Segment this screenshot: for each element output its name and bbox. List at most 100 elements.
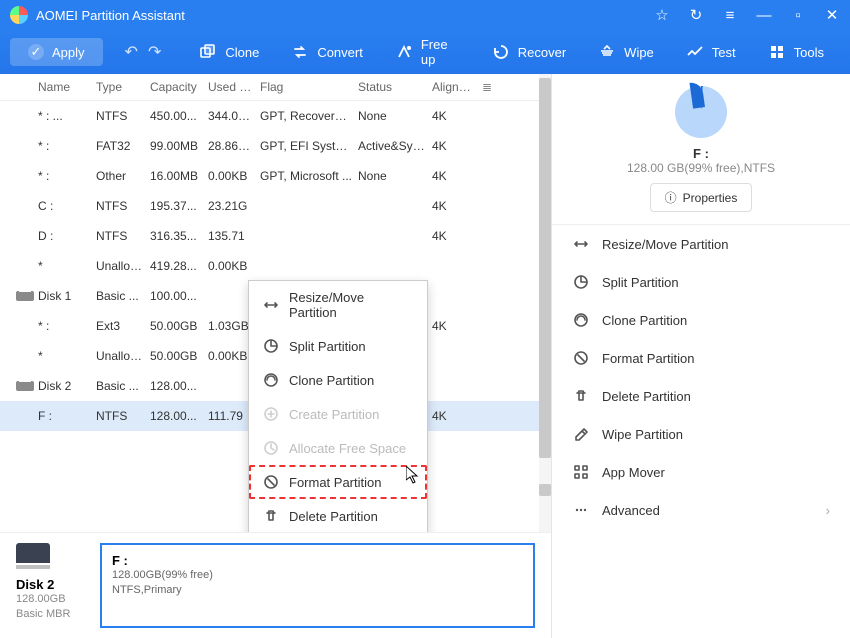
menu-label: Split Partition <box>289 339 366 354</box>
toolbar-label: Wipe <box>624 45 654 60</box>
action-wipe-partition[interactable]: Wipe Partition <box>552 415 850 453</box>
delete-icon <box>263 508 279 524</box>
grid-row[interactable]: D : NTFS 316.35... 135.71 4K <box>0 221 551 251</box>
action-label: Clone Partition <box>602 313 687 328</box>
cell-status: Active&Syst... <box>358 139 432 153</box>
context-menu: Resize/Move Partition Split Partition Clon… <box>248 280 428 532</box>
tools-icon <box>768 43 786 61</box>
redo-icon[interactable]: ↷ <box>148 42 161 62</box>
action-delete-partition[interactable]: Delete Partition <box>552 377 850 415</box>
wipe-icon <box>598 43 616 61</box>
cell-used: 0.00KB <box>208 259 260 273</box>
star-icon[interactable]: ☆ <box>654 6 670 24</box>
recover-icon <box>492 43 510 61</box>
header-flag[interactable]: Flag <box>260 80 358 94</box>
toolbar: ✓ Apply ↶ ↷ Clone ConvertFree upRecover Wi… <box>0 30 850 74</box>
vertical-scrollbar[interactable] <box>539 74 551 532</box>
properties-button[interactable]: ⓘ Properties <box>650 183 753 212</box>
menu-allocate-free-space: Allocate Free Space <box>249 431 427 465</box>
toolbar-free-up[interactable]: Free up <box>379 31 476 73</box>
undo-icon[interactable]: ↶ <box>125 42 138 62</box>
free-up-icon <box>395 43 413 61</box>
split-icon <box>572 273 590 291</box>
grid-row[interactable]: C : NTFS 195.37... 23.21G 4K <box>0 191 551 221</box>
cell-align: 4K <box>432 409 480 423</box>
cell-capacity: 128.00... <box>150 409 208 423</box>
apply-button[interactable]: ✓ Apply <box>10 38 103 66</box>
info-icon: ⓘ <box>665 189 677 206</box>
partition-fs: NTFS,Primary <box>112 583 523 598</box>
toolbar-clone[interactable]: Clone <box>183 31 275 73</box>
toolbar-label: Clone <box>225 45 259 60</box>
format-icon <box>263 474 279 490</box>
disk-icon <box>16 291 34 301</box>
scrollbar-thumb[interactable] <box>539 78 551 458</box>
header-type[interactable]: Type <box>96 80 150 94</box>
toolbar-recover[interactable]: Recover <box>476 31 582 73</box>
action-advanced[interactable]: Advanced› <box>552 491 850 529</box>
close-icon[interactable]: ✕ <box>824 6 840 24</box>
toolbar-convert[interactable]: Convert <box>275 31 379 73</box>
cell-capacity: 419.28... <box>150 259 208 273</box>
clone-icon <box>263 372 279 388</box>
cell-name: Disk 2 <box>38 379 96 393</box>
action-label: Delete Partition <box>602 389 691 404</box>
menu-split-partition[interactable]: Split Partition <box>249 329 427 363</box>
refresh-icon[interactable]: ↻ <box>688 6 704 24</box>
header-status[interactable]: Status <box>358 80 432 94</box>
cell-type: Unalloc... <box>96 349 150 363</box>
header-alignment[interactable]: Alignm... <box>432 80 480 94</box>
maximize-icon[interactable]: ▫ <box>790 7 806 24</box>
minimize-icon[interactable]: — <box>756 7 772 24</box>
header-capacity[interactable]: Capacity <box>150 80 208 94</box>
grid-header: Name Type Capacity Used S... Flag Status… <box>0 74 551 101</box>
action-app-mover[interactable]: App Mover <box>552 453 850 491</box>
resize-icon <box>263 297 279 313</box>
action-split-partition[interactable]: Split Partition <box>552 263 850 301</box>
cell-used: 0.00KB <box>208 169 260 183</box>
right-partition-name: F : <box>552 146 850 161</box>
action-clone-partition[interactable]: Clone Partition <box>552 301 850 339</box>
partition-grid: Name Type Capacity Used S... Flag Status… <box>0 74 551 532</box>
action-label: Wipe Partition <box>602 427 683 442</box>
allocate-icon <box>263 440 279 456</box>
app-logo-icon <box>10 6 28 24</box>
grid-row[interactable]: * : ... NTFS 450.00... 344.02... GPT, Re… <box>0 101 551 131</box>
cell-align: 4K <box>432 139 480 153</box>
header-used[interactable]: Used S... <box>208 80 260 94</box>
cell-name: Disk 1 <box>38 289 96 303</box>
header-name[interactable]: Name <box>38 80 96 94</box>
cell-type: NTFS <box>96 229 150 243</box>
toolbar-tools[interactable]: Tools <box>752 31 840 73</box>
toolbar-wipe[interactable]: Wipe <box>582 31 670 73</box>
action-label: Format Partition <box>602 351 694 366</box>
menu-label: Resize/Move Partition <box>289 290 413 320</box>
menu-clone-partition[interactable]: Clone Partition <box>249 363 427 397</box>
action-label: App Mover <box>602 465 665 480</box>
delete-icon <box>572 387 590 405</box>
grid-row[interactable]: * Unalloc... 419.28... 0.00KB <box>0 251 551 281</box>
cell-capacity: 450.00... <box>150 109 208 123</box>
cell-type: FAT32 <box>96 139 150 153</box>
action-resize-move-partition[interactable]: Resize/Move Partition <box>552 225 850 263</box>
column-menu-icon[interactable]: ≣ <box>480 80 500 94</box>
toolbar-test[interactable]: Test <box>670 31 752 73</box>
scrollbar-thumb-lower[interactable] <box>539 484 551 496</box>
menu-icon[interactable]: ≡ <box>722 7 738 24</box>
menu-label: Allocate Free Space <box>289 441 406 456</box>
partition-box[interactable]: F : 128.00GB(99% free) NTFS,Primary <box>100 543 535 628</box>
cell-capacity: 195.37... <box>150 199 208 213</box>
cell-align: 4K <box>432 109 480 123</box>
grid-row[interactable]: * : Other 16.00MB 0.00KB GPT, Microsoft … <box>0 161 551 191</box>
menu-delete-partition[interactable]: Delete Partition <box>249 499 427 532</box>
grid-row[interactable]: * : FAT32 99.00MB 28.86MB GPT, EFI Syste… <box>0 131 551 161</box>
disk-map: Disk 2 128.00GB Basic MBR F : 128.00GB(9… <box>0 532 551 638</box>
cell-flag: GPT, Recovery ... <box>260 109 358 123</box>
partition-name: F : <box>112 553 523 568</box>
cell-align: 4K <box>432 319 480 333</box>
action-format-partition[interactable]: Format Partition <box>552 339 850 377</box>
menu-format-partition[interactable]: Format Partition <box>249 465 427 499</box>
cell-type: NTFS <box>96 409 150 423</box>
menu-resize-move-partition[interactable]: Resize/Move Partition <box>249 281 427 329</box>
cell-capacity: 16.00MB <box>150 169 208 183</box>
